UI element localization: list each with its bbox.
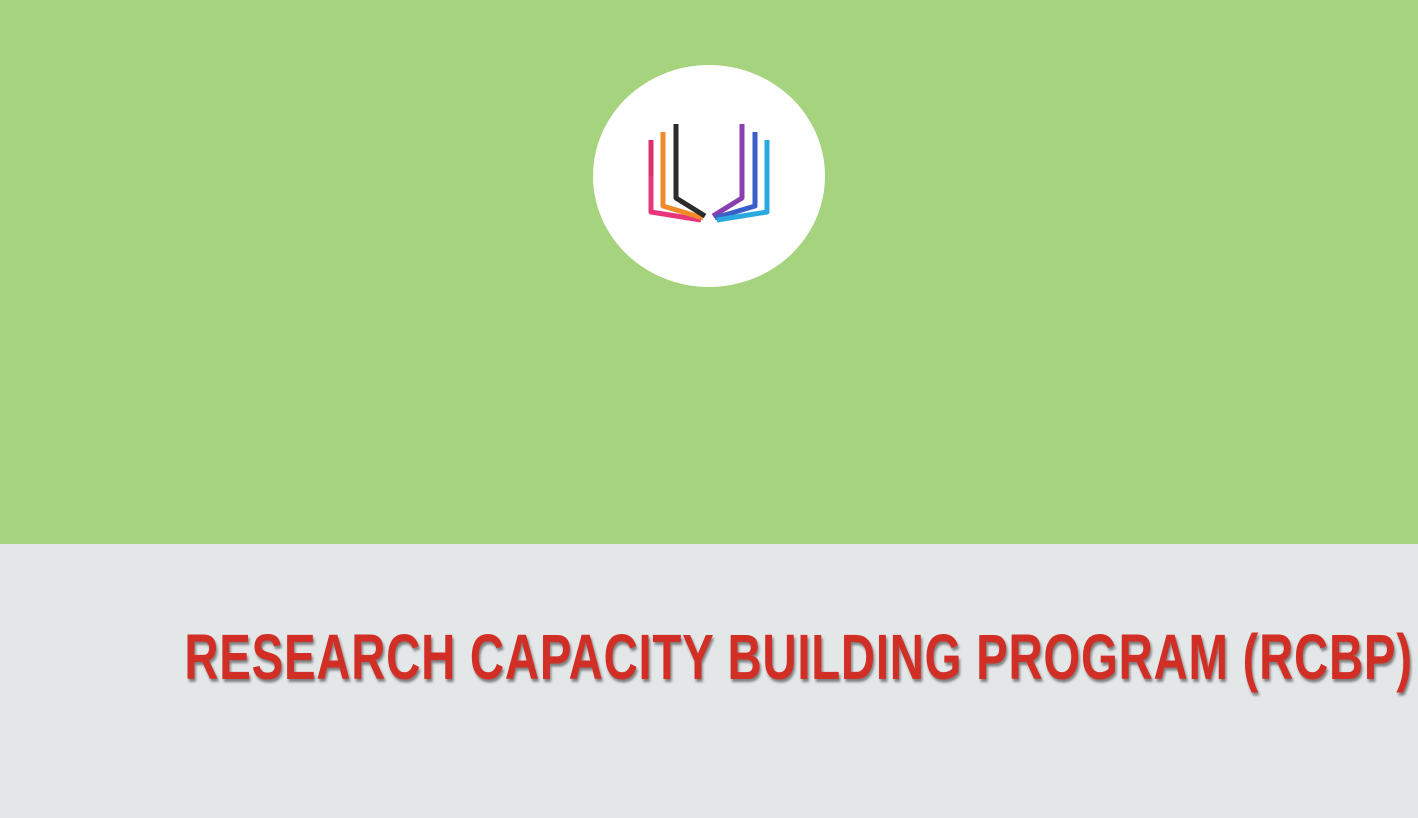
page-title: RESEARCH CAPACITY BUILDING PROGRAM (RCBP… [184, 621, 1413, 693]
open-book-icon [648, 124, 770, 223]
logo [593, 65, 825, 287]
header-banner [0, 0, 1418, 544]
